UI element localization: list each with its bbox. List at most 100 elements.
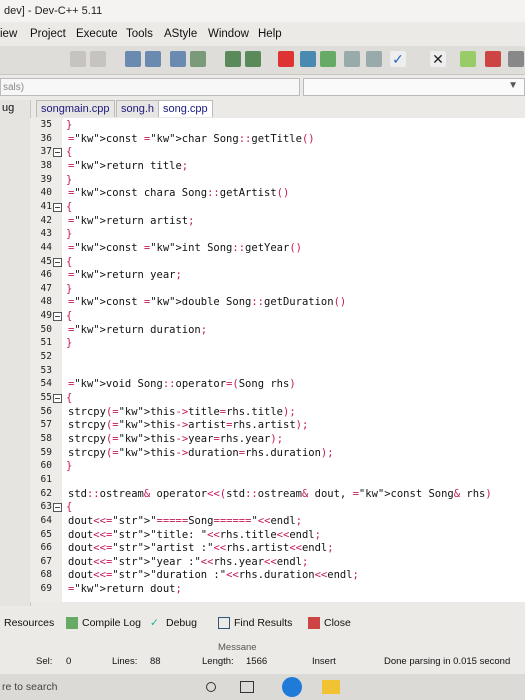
code-line[interactable]: std::ostream& operator<<(std::ostream& d… xyxy=(68,488,492,500)
compile-icon[interactable] xyxy=(125,51,141,67)
symbol-dropdown[interactable]: ▼ xyxy=(303,78,525,96)
code-line[interactable]: { xyxy=(66,256,72,268)
tab-resources[interactable]: Resources xyxy=(4,612,54,634)
code-line[interactable]: dout<<="str">"year :"<<rhs.year<<endl; xyxy=(68,556,308,568)
rebuild-icon[interactable] xyxy=(190,51,206,67)
fold-toggle-icon[interactable] xyxy=(53,394,62,403)
code-line[interactable]: { xyxy=(66,146,72,158)
explorer-icon[interactable] xyxy=(322,680,340,694)
line-number: 46 xyxy=(40,269,52,281)
cortana-icon[interactable] xyxy=(206,682,216,692)
close-icon xyxy=(308,617,320,629)
code-line[interactable]: ="kw">return year; xyxy=(68,269,182,281)
chart-icon[interactable] xyxy=(460,51,476,67)
project-pane[interactable]: ug xyxy=(0,100,31,606)
code-line[interactable]: { xyxy=(66,392,72,404)
tab-compile-log[interactable]: Compile Log xyxy=(82,612,141,634)
taskbar-search[interactable]: re to search xyxy=(2,674,57,700)
window-icon[interactable] xyxy=(366,51,382,67)
code-line[interactable]: strcpy(="kw">this->year=rhs.year); xyxy=(68,433,283,445)
fold-toggle-icon[interactable] xyxy=(53,202,62,212)
code-line[interactable]: ="kw">const ="kw">double Song::getDurati… xyxy=(68,296,346,308)
line-number: 61 xyxy=(40,473,52,485)
chevron-down-icon: ▼ xyxy=(508,80,518,91)
new-project-icon[interactable] xyxy=(300,51,316,67)
code-line[interactable]: } xyxy=(66,119,72,131)
run-icon[interactable] xyxy=(145,51,161,67)
grid-icon[interactable] xyxy=(320,51,336,67)
code-line[interactable]: strcpy(="kw">this->duration=rhs.duration… xyxy=(68,447,334,459)
menu-window[interactable]: Window xyxy=(208,24,249,44)
tab-songmain[interactable]: songmain.cpp xyxy=(36,100,115,117)
tab-song-h[interactable]: song.h xyxy=(116,100,160,117)
line-number: 66 xyxy=(40,542,52,554)
code-line[interactable]: ="kw">const ="kw">char Song::getTitle() xyxy=(68,133,315,145)
line-number: 41 xyxy=(40,200,52,212)
code-line[interactable]: ="kw">return artist; xyxy=(68,215,194,227)
code-line[interactable]: } xyxy=(66,174,72,186)
fold-toggle-icon[interactable] xyxy=(53,503,62,513)
step-icon[interactable] xyxy=(245,51,261,67)
menu-project[interactable]: Project xyxy=(30,24,66,44)
code-line[interactable]: { xyxy=(66,501,72,513)
editor-tabs: songmain.cpp song.h song.cpp xyxy=(30,98,525,118)
fold-toggle-icon[interactable] xyxy=(53,312,62,322)
menu-astyle[interactable]: AStyle xyxy=(164,24,197,44)
menu-execute[interactable]: Execute xyxy=(76,24,118,44)
scope-dropdown[interactable]: sals) xyxy=(0,78,300,96)
line-number: 36 xyxy=(40,132,52,144)
code-line[interactable]: dout<<="str">"title: "<<rhs.title<<endl; xyxy=(68,529,321,541)
tab-song-cpp[interactable]: song.cpp xyxy=(158,100,213,117)
stop-icon[interactable] xyxy=(278,51,294,67)
code-line[interactable]: ="kw">return title; xyxy=(68,160,188,172)
line-number: 40 xyxy=(40,187,52,199)
window-title: dev] - Dev-C++ 5.11 xyxy=(0,0,525,22)
code-line[interactable]: ="kw">return duration; xyxy=(68,324,207,336)
debug-icon[interactable] xyxy=(225,51,241,67)
line-number: 49 xyxy=(40,310,52,322)
line-number: 65 xyxy=(40,528,52,540)
line-number: 39 xyxy=(40,173,52,185)
fold-toggle-icon[interactable] xyxy=(53,257,62,267)
menu-help[interactable]: Help xyxy=(258,24,282,44)
code-line[interactable]: dout<<="str">"=====Song======"<<endl; xyxy=(68,515,302,527)
code-line[interactable]: { xyxy=(66,310,72,322)
undo-icon[interactable] xyxy=(70,51,86,67)
settings-icon[interactable] xyxy=(508,51,524,67)
line-number: 48 xyxy=(40,296,52,308)
line-number: 64 xyxy=(40,514,52,526)
line-number: 53 xyxy=(40,364,52,376)
fold-toggle-icon[interactable] xyxy=(53,148,62,158)
code-line[interactable]: dout<<="str">"artist :"<<rhs.artist<<end… xyxy=(68,542,334,554)
status-bar: Messane Sel: 0 Lines: 88 Length: 1566 In… xyxy=(0,642,525,672)
menu-tools[interactable]: Tools xyxy=(126,24,153,44)
code-line[interactable]: } xyxy=(66,337,72,349)
code-line[interactable]: } xyxy=(66,283,72,295)
layout-icon[interactable] xyxy=(344,51,360,67)
code-line[interactable]: } xyxy=(66,460,72,472)
code-line[interactable]: strcpy(="kw">this->artist=rhs.artist); xyxy=(68,419,308,431)
taskbar: re to search xyxy=(0,674,525,700)
code-line[interactable]: ="kw">const chara Song::getArtist() xyxy=(68,187,289,199)
tab-debug[interactable]: Debug xyxy=(166,612,197,634)
tab-find-results[interactable]: Find Results xyxy=(234,612,292,634)
code-line[interactable]: ="kw">void Song::operator=(Song rhs) xyxy=(68,378,296,390)
profile-icon[interactable] xyxy=(485,51,501,67)
check-icon[interactable]: ✓ xyxy=(390,51,406,67)
code-line[interactable]: ="kw">return dout; xyxy=(68,583,182,595)
code-line[interactable]: dout<<="str">"duration :"<<rhs.duration<… xyxy=(68,569,359,581)
line-number: 54 xyxy=(40,378,52,390)
sel-value: 0 xyxy=(66,656,72,667)
task-view-icon[interactable] xyxy=(240,681,254,693)
code-line[interactable]: { xyxy=(66,201,72,213)
code-line[interactable]: } xyxy=(66,228,72,240)
edge-icon[interactable] xyxy=(282,677,302,697)
code-line[interactable]: ="kw">const ="kw">int Song::getYear() xyxy=(68,242,302,254)
menu-view[interactable]: iew xyxy=(0,24,17,44)
code-line[interactable]: strcpy(="kw">this->title=rhs.title); xyxy=(68,406,296,418)
close-button[interactable]: Close xyxy=(324,612,351,634)
compile-log-icon xyxy=(66,617,78,629)
redo-icon[interactable] xyxy=(90,51,106,67)
close-x-icon[interactable]: ✕ xyxy=(430,51,446,67)
compile-run-icon[interactable] xyxy=(170,51,186,67)
